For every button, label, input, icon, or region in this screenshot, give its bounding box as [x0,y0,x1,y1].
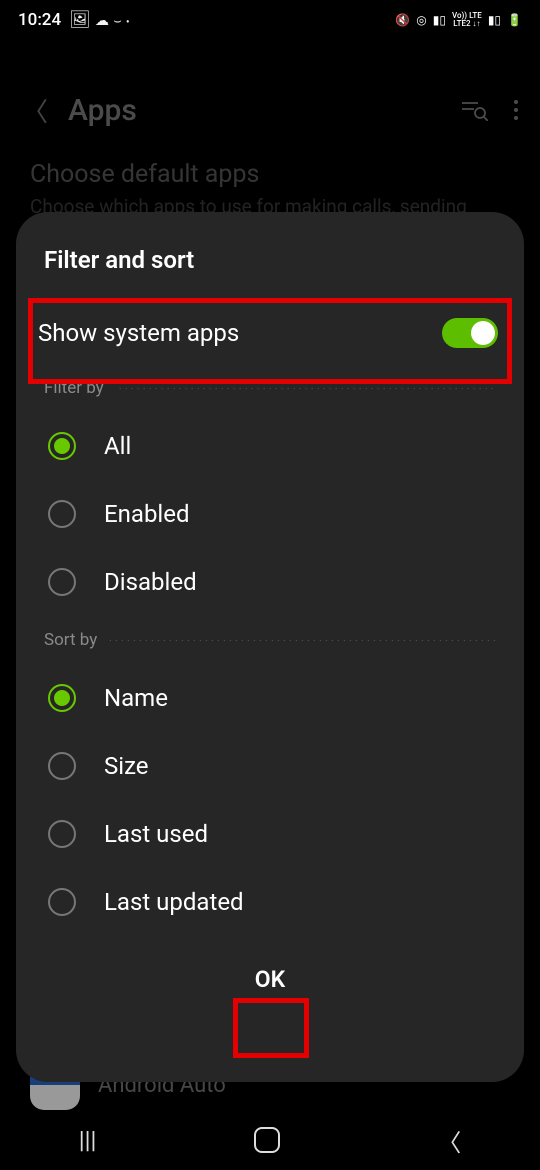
filter-all-label: All [104,432,131,460]
radio-icon [48,684,76,712]
back-button[interactable]: 〈 [437,1123,461,1158]
divider [109,640,496,641]
home-button[interactable] [254,1127,280,1153]
sort-name-label: Name [104,684,168,712]
filter-all-row[interactable]: All [44,412,496,480]
radio-icon [48,752,76,780]
search-sort-icon [460,99,488,121]
picture-icon: 🖼 [69,10,91,30]
battery-icon: 🔋 [507,13,522,27]
filter-enabled-row[interactable]: Enabled [44,480,496,548]
status-time: 10:24 [18,10,61,30]
hotspot-icon: ◎ [416,13,426,27]
show-system-apps-row[interactable]: Show system apps [38,302,502,364]
filter-disabled-label: Disabled [104,568,197,596]
page-title: Apps [58,93,460,128]
filter-sort-dialog: Filter and sort Show system apps Filter … [16,212,524,1082]
sort-last-updated-label: Last updated [104,888,244,916]
radio-icon [48,432,76,460]
bg-sub-title: Choose default apps [30,160,510,189]
divider [116,388,496,389]
signal2-icon: ▮▯ [488,13,501,27]
filter-by-header: Filter by [44,378,104,398]
bg-header: 〈 Apps [0,80,540,140]
sort-by-header: Sort by [44,630,97,650]
signal-icon: ▮▯ [433,13,446,27]
nav-bar: ||| 〈 [0,1110,540,1170]
radio-icon [48,500,76,528]
status-left-icons: 🖼 ☁ ⌣ • [69,10,129,30]
bg-subheader: Choose default apps Choose which apps to… [30,160,510,218]
sort-last-updated-row[interactable]: Last updated [44,868,496,936]
cloud-icon: ☁ [95,13,109,29]
radio-icon [48,568,76,596]
status-bar: 10:24 🖼 ☁ ⌣ • 🔇 ◎ ▮▯ Vo)) LTELTE2 ↓↑ ▮▯ … [0,0,540,40]
show-system-apps-toggle[interactable] [442,318,498,348]
radio-icon [48,888,76,916]
back-icon: 〈 [22,92,58,129]
sort-name-row[interactable]: Name [44,664,496,732]
radio-icon [48,820,76,848]
sort-size-row[interactable]: Size [44,732,496,800]
dot-icon: • [126,17,130,28]
network-label: Vo)) LTELTE2 ↓↑ [452,12,482,28]
dialog-title: Filter and sort [44,246,496,274]
ok-button[interactable]: OK [239,958,301,1001]
recents-button[interactable]: ||| [79,1126,97,1154]
sort-last-used-row[interactable]: Last used [44,800,496,868]
show-system-apps-label: Show system apps [38,319,239,347]
status-right-icons: 🔇 ◎ ▮▯ Vo)) LTELTE2 ↓↑ ▮▯ 🔋 [395,12,522,28]
filter-enabled-label: Enabled [104,500,190,528]
smile-icon: ⌣ [113,14,122,29]
filter-disabled-row[interactable]: Disabled [44,548,496,616]
sort-size-label: Size [104,752,149,780]
mute-icon: 🔇 [395,13,410,27]
more-icon [514,100,518,120]
sort-last-used-label: Last used [104,820,208,848]
